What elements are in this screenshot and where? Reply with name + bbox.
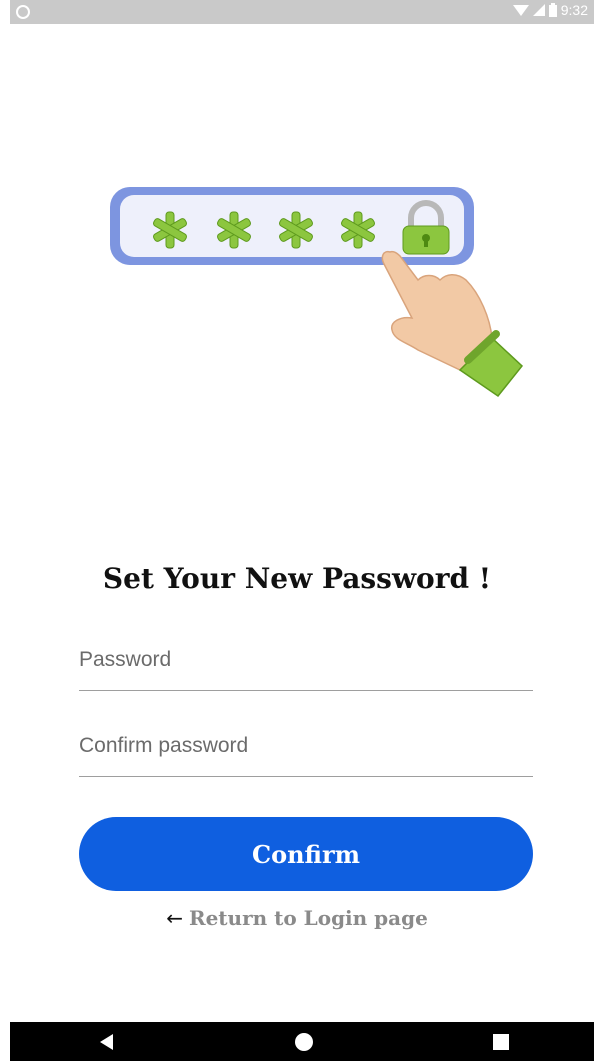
status-time: 9:32 xyxy=(560,2,588,18)
status-bar: 9:32 xyxy=(10,0,594,24)
signal-icon xyxy=(532,4,545,16)
confirm-button-label: Confirm xyxy=(251,839,361,869)
confirm-button[interactable]: Confirm xyxy=(79,817,533,891)
password-field[interactable] xyxy=(79,640,533,691)
password-input[interactable] xyxy=(79,640,533,680)
back-icon[interactable] xyxy=(96,1031,118,1053)
system-nav-bar xyxy=(10,1022,594,1061)
pointing-hand-icon xyxy=(381,250,524,398)
status-icons: 9:32 xyxy=(512,2,588,18)
recents-icon[interactable] xyxy=(490,1031,512,1053)
password-illustration xyxy=(100,170,540,430)
confirm-password-field[interactable] xyxy=(79,726,533,777)
notification-icon xyxy=(16,5,30,19)
arrow-left-icon: ← xyxy=(166,906,183,930)
wifi-icon xyxy=(512,5,529,16)
home-icon[interactable] xyxy=(293,1031,315,1053)
page-title: Set Your New Password ! xyxy=(102,562,492,595)
return-to-login-link[interactable]: ← Return to Login page xyxy=(0,906,594,930)
battery-icon xyxy=(548,3,557,17)
return-link-label: Return to Login page xyxy=(188,906,428,930)
confirm-password-input[interactable] xyxy=(79,726,533,766)
